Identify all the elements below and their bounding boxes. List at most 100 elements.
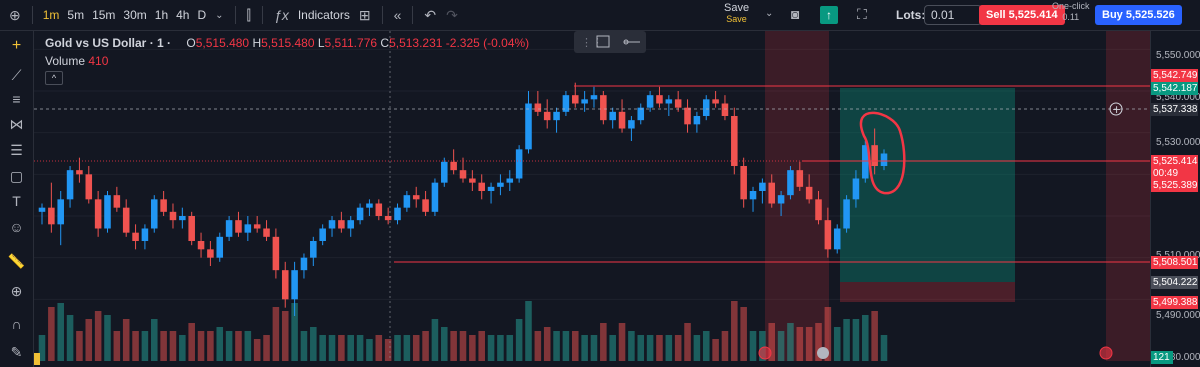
candle-body: [141, 228, 149, 241]
candle-body: [104, 195, 111, 229]
candle-body: [197, 241, 205, 250]
volume-bar: [450, 331, 457, 361]
price-tag: 5,537.338: [1151, 103, 1198, 116]
publish-icon[interactable]: ↑: [820, 6, 838, 24]
lock-marker: [34, 353, 40, 365]
chevron-down-icon[interactable]: ⌄: [210, 10, 228, 21]
fib-levels-icon[interactable]: ☰: [0, 142, 33, 159]
price-tag: 5,542.749: [1151, 69, 1198, 82]
volume-bar: [693, 335, 701, 361]
volume-value: 410: [88, 54, 109, 68]
pitchfork-icon[interactable]: ⋈: [0, 116, 33, 133]
camera-icon[interactable]: ◙: [786, 6, 804, 22]
candle-body: [609, 111, 616, 121]
pencil-lock-icon[interactable]: ✎: [0, 344, 33, 361]
candle-body: [422, 199, 429, 212]
candle-body: [871, 145, 878, 166]
zoom-in-icon[interactable]: ⊕: [0, 283, 33, 300]
lots-input[interactable]: [924, 5, 982, 25]
volume-bar: [796, 327, 804, 361]
indicators-button[interactable]: Indicators: [294, 8, 354, 22]
volume-bar: [66, 315, 74, 361]
interval-5m[interactable]: 5m: [63, 8, 88, 22]
horizontal-lines-icon[interactable]: ≡: [0, 91, 33, 107]
add-symbol-icon[interactable]: ⊕: [4, 7, 26, 24]
volume-bar: [132, 331, 139, 361]
volume-legend: Volume 410: [45, 54, 529, 68]
volume-bar: [48, 307, 55, 361]
candle-body: [796, 170, 804, 187]
volume-bar: [403, 335, 411, 361]
candle-body: [263, 228, 270, 237]
interval-d[interactable]: D: [193, 8, 210, 22]
add-alert-plus: +: [1112, 103, 1121, 116]
candle-body: [441, 161, 448, 183]
volume-bar: [85, 319, 93, 361]
candle-body: [328, 220, 336, 229]
candle-body: [338, 220, 345, 229]
one-click-toggle[interactable]: One-click 0.11: [1052, 1, 1090, 23]
candle-body: [356, 207, 364, 221]
interval-4h[interactable]: 4h: [172, 8, 193, 22]
candle-body: [179, 216, 186, 221]
high-value: 5,515.480: [261, 36, 315, 50]
layout-grid-icon[interactable]: ⊞: [354, 7, 376, 24]
candle-body: [740, 166, 747, 200]
volume-bar: [235, 331, 242, 361]
chevron-down-icon[interactable]: ⌄: [760, 8, 778, 19]
candle-body: [506, 178, 514, 183]
volume-bar: [478, 331, 485, 361]
emoji-icon[interactable]: ☺: [0, 219, 33, 235]
volume-bar: [571, 331, 579, 361]
candle-body: [637, 107, 645, 121]
candle-body: [534, 103, 542, 112]
replay-icon[interactable]: «: [389, 7, 407, 23]
volume-bar: [833, 327, 841, 361]
volume-bar: [871, 311, 878, 361]
candle-body: [731, 116, 738, 166]
collapse-legend-button[interactable]: ^: [45, 71, 63, 85]
fullscreen-icon[interactable]: ⛶: [852, 6, 872, 23]
buy-button[interactable]: Buy 5,525.526: [1095, 5, 1182, 25]
interval-1h[interactable]: 1h: [151, 8, 172, 22]
candle-body: [721, 103, 729, 116]
interval-1m[interactable]: 1m: [39, 8, 64, 22]
trend-line-icon[interactable]: ⟋: [0, 67, 33, 84]
symbol-title[interactable]: Gold vs US Dollar · 1 ·: [45, 36, 171, 50]
volume-label: Volume: [45, 54, 86, 68]
candle-type-icon[interactable]: ⫿: [242, 7, 256, 24]
volume-bar: [441, 327, 448, 361]
volume-bar: [225, 331, 233, 361]
candle-body: [38, 207, 46, 212]
candle-body: [347, 220, 355, 229]
close-label: C: [380, 36, 390, 50]
ruler-icon[interactable]: 📏: [0, 253, 33, 270]
candle-body: [66, 170, 74, 200]
crosshair-icon[interactable]: +: [0, 37, 33, 55]
save-button[interactable]: Save Save: [724, 3, 749, 25]
candle-body: [160, 199, 167, 212]
magnet-icon[interactable]: ∩: [0, 316, 33, 332]
volume-bar: [600, 323, 607, 361]
session-highlight: [1106, 31, 1151, 361]
chart-legend: Gold vs US Dollar · 1 · O5,515.480 H5,51…: [45, 36, 529, 85]
volume-bar: [777, 331, 785, 361]
candle-body: [759, 182, 766, 191]
undo-icon[interactable]: ↶: [419, 7, 441, 24]
text-icon[interactable]: T: [0, 193, 33, 209]
volume-bar: [150, 319, 158, 361]
volume-bar: [749, 331, 757, 361]
redo-icon[interactable]: ↷: [441, 7, 463, 24]
candle-body: [469, 178, 476, 183]
rectangle-icon[interactable]: ▢: [0, 168, 33, 185]
volume-bar: [712, 339, 719, 361]
volume-bar: [459, 331, 467, 361]
indicators-icon[interactable]: ƒx: [269, 7, 294, 23]
candle-body: [693, 116, 701, 125]
interval-15m[interactable]: 15m: [88, 8, 119, 22]
top-toolbar: ⊕ 1m 5m 15m 30m 1h 4h D ⌄ ⫿ ƒx Indicator…: [0, 0, 1200, 31]
volume-bar: [506, 335, 514, 361]
interval-30m[interactable]: 30m: [119, 8, 150, 22]
session-marker-icon: [1099, 346, 1113, 360]
candle-body: [684, 107, 691, 125]
